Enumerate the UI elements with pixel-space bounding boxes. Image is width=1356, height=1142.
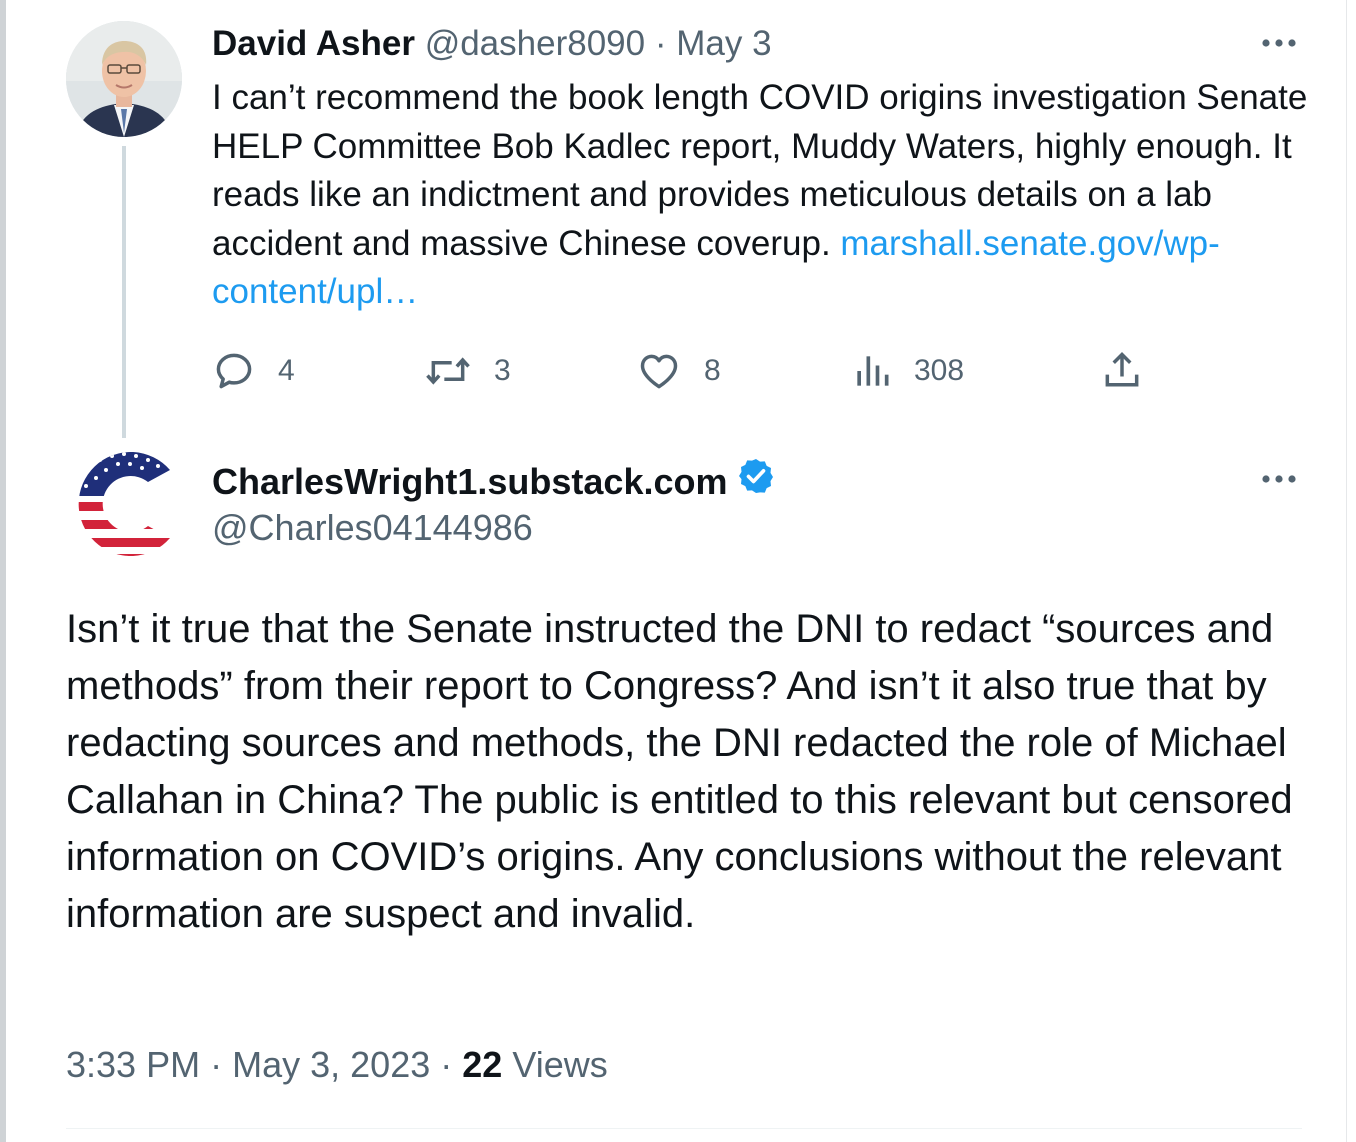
views-button[interactable]: 308 [852,346,964,396]
share-icon [1100,349,1144,393]
share-button[interactable] [1100,346,1144,396]
views-icon [852,349,892,393]
reply-count: 4 [278,354,295,387]
verified-badge-icon[interactable] [736,456,776,507]
reply-button[interactable]: 4 [212,346,295,396]
author-handle[interactable]: @dasher8090 [425,24,645,63]
separator-dot: · [210,1044,223,1085]
views-count[interactable]: 22 [462,1044,502,1085]
separator-dot: · [654,24,667,63]
tweet-time[interactable]: 3:33 PM [66,1044,200,1085]
author-name[interactable]: David Asher [212,24,415,63]
views-label[interactable]: Views [512,1044,607,1085]
separator-dot: · [440,1044,453,1085]
author-handle[interactable]: @Charles04144986 [212,505,533,551]
more-icon[interactable] [1256,28,1302,58]
divider [66,1128,1302,1129]
like-count: 8 [704,354,721,387]
main-tweet-text: Isn’t it true that the Senate instructed… [66,607,1293,937]
tweet-metadata: 3:33 PM · May 3, 2023 · 22 Views [66,1040,608,1090]
retweet-button[interactable]: 3 [424,346,511,396]
reply-icon [212,349,256,393]
more-icon[interactable] [1256,464,1302,494]
tweet-date[interactable]: May 3 [676,24,771,63]
views-count: 308 [914,354,965,387]
parent-tweet-header: David Asher @dasher8090 · May 3 [212,22,772,66]
avatar[interactable] [66,21,182,137]
like-button[interactable]: 8 [636,346,721,396]
author-name[interactable]: CharlesWright1.substack.com [212,459,728,505]
retweet-icon [424,349,472,393]
window-right-edge [1346,0,1347,1142]
window-left-edge [0,0,6,1142]
retweet-count: 3 [494,354,511,387]
avatar[interactable] [66,446,182,562]
author-name-row: CharlesWright1.substack.com [212,456,776,507]
parent-tweet-text: I can’t recommend the book length COVID … [212,74,1322,317]
like-icon [636,349,682,393]
thread-connector-line [122,146,126,438]
tweet-date[interactable]: May 3, 2023 [232,1044,430,1085]
